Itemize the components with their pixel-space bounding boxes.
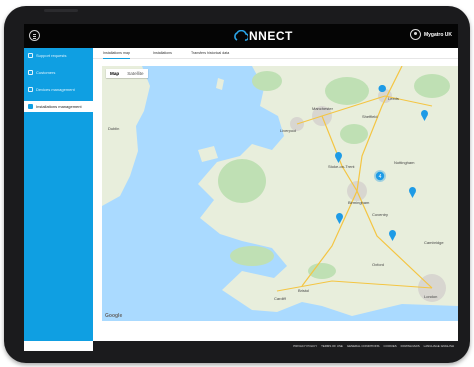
sidebar-item-label: Installations management xyxy=(36,104,82,109)
map-type-map-button[interactable]: Map xyxy=(106,69,123,78)
footer-link-conditions[interactable]: GENERAL CONDITIONS xyxy=(347,344,380,348)
place-label-bristol: Bristol xyxy=(298,288,309,293)
menu-icon[interactable] xyxy=(29,30,40,41)
map-type-toggle: Map Satellite xyxy=(106,69,148,78)
footer: PRIVACY POLICY TERMS OF USE GENERAL COND… xyxy=(93,341,458,351)
footer-link-terms[interactable]: TERMS OF USE xyxy=(321,344,343,348)
footer-link-language[interactable]: LANGUAGE: ENGLISH xyxy=(424,344,454,348)
lake-district-park xyxy=(252,71,282,91)
tab-transfers-historical-data[interactable]: Transfers historical data xyxy=(191,48,229,58)
cluster-count: 4 xyxy=(379,174,382,180)
place-label-birmingham: Birmingham xyxy=(348,200,370,205)
sidebar-item-devices-management[interactable]: Devices management xyxy=(24,84,93,95)
sidebar-item-label: Devices management xyxy=(36,87,75,92)
app-logo: NNECT xyxy=(234,29,293,43)
place-label-leeds: Leeds xyxy=(388,96,399,101)
place-label-stoke: Stoke-on-Trent xyxy=(328,164,355,169)
tab-installations[interactable]: Installations xyxy=(153,48,172,58)
support-icon xyxy=(28,53,33,58)
app-screen: NNECT Mygatro UK Support requests Custom… xyxy=(24,24,458,351)
tab-installations-map[interactable]: Installations map xyxy=(103,48,130,59)
sidebar-item-support-requests[interactable]: Support requests xyxy=(24,50,93,61)
user-avatar-icon xyxy=(409,29,421,40)
device-button xyxy=(44,9,78,12)
cotswolds-park xyxy=(308,263,336,279)
footer-links: PRIVACY POLICY TERMS OF USE GENERAL COND… xyxy=(289,341,454,351)
logo-text: NNECT xyxy=(249,29,293,43)
place-label-dublin: Dublin xyxy=(108,126,119,131)
user-name: Mygatro UK xyxy=(423,31,452,38)
sidebar-item-customers[interactable]: Customers xyxy=(24,67,93,78)
anglesey xyxy=(198,146,218,162)
footer-link-downloads[interactable]: DOWNLOADS xyxy=(401,344,420,348)
place-label-london: London xyxy=(424,294,437,299)
footer-link-privacy[interactable]: PRIVACY POLICY xyxy=(293,344,317,348)
content-bottom-space xyxy=(93,321,458,341)
map-marker-cluster[interactable]: 4 xyxy=(374,170,386,182)
place-label-nottingham: Nottingham xyxy=(394,160,415,165)
devices-icon xyxy=(28,87,33,92)
snowdonia-park xyxy=(218,159,266,203)
customers-icon xyxy=(28,70,33,75)
installations-map[interactable]: 4 Leeds Liverpool Manchester Sheffield N… xyxy=(102,66,458,321)
isle-of-man xyxy=(216,78,224,90)
north-york-moors-park xyxy=(414,74,450,98)
sidebar-item-label: Support requests xyxy=(36,53,67,58)
cloud-logo-icon xyxy=(234,30,248,41)
place-label-coventry: Coventry xyxy=(372,212,388,217)
installations-icon xyxy=(28,104,33,109)
user-menu[interactable]: Mygatro UK xyxy=(409,29,452,40)
footer-link-cookies[interactable]: COOKIES xyxy=(384,344,397,348)
place-label-manchester: Manchester xyxy=(312,106,334,111)
sidebar-item-installations-management[interactable]: Installations management xyxy=(24,101,93,112)
place-label-liverpool: Liverpool xyxy=(280,128,296,133)
google-attribution: Google xyxy=(105,313,123,319)
brecon-beacons-park xyxy=(230,246,274,266)
place-label-cardiff: Cardiff xyxy=(274,296,287,301)
sidebar: Support requests Customers Devices manag… xyxy=(24,48,93,341)
map-type-satellite-button[interactable]: Satellite xyxy=(123,69,147,78)
place-label-oxford: Oxford xyxy=(372,262,384,267)
top-bar: NNECT Mygatro UK xyxy=(24,24,458,48)
map-canvas[interactable]: 4 Leeds Liverpool Manchester Sheffield N… xyxy=(102,66,458,321)
place-label-cambridge: Cambridge xyxy=(424,240,444,245)
yorkshire-dales-park xyxy=(325,77,369,105)
tab-bar: Installations map Installations Transfer… xyxy=(93,48,458,59)
place-label-sheffield: Sheffield xyxy=(362,114,378,119)
sidebar-item-label: Customers xyxy=(36,70,56,75)
tablet-frame: NNECT Mygatro UK Support requests Custom… xyxy=(4,6,470,363)
peak-district-park xyxy=(340,124,368,144)
ireland-land xyxy=(102,66,150,206)
